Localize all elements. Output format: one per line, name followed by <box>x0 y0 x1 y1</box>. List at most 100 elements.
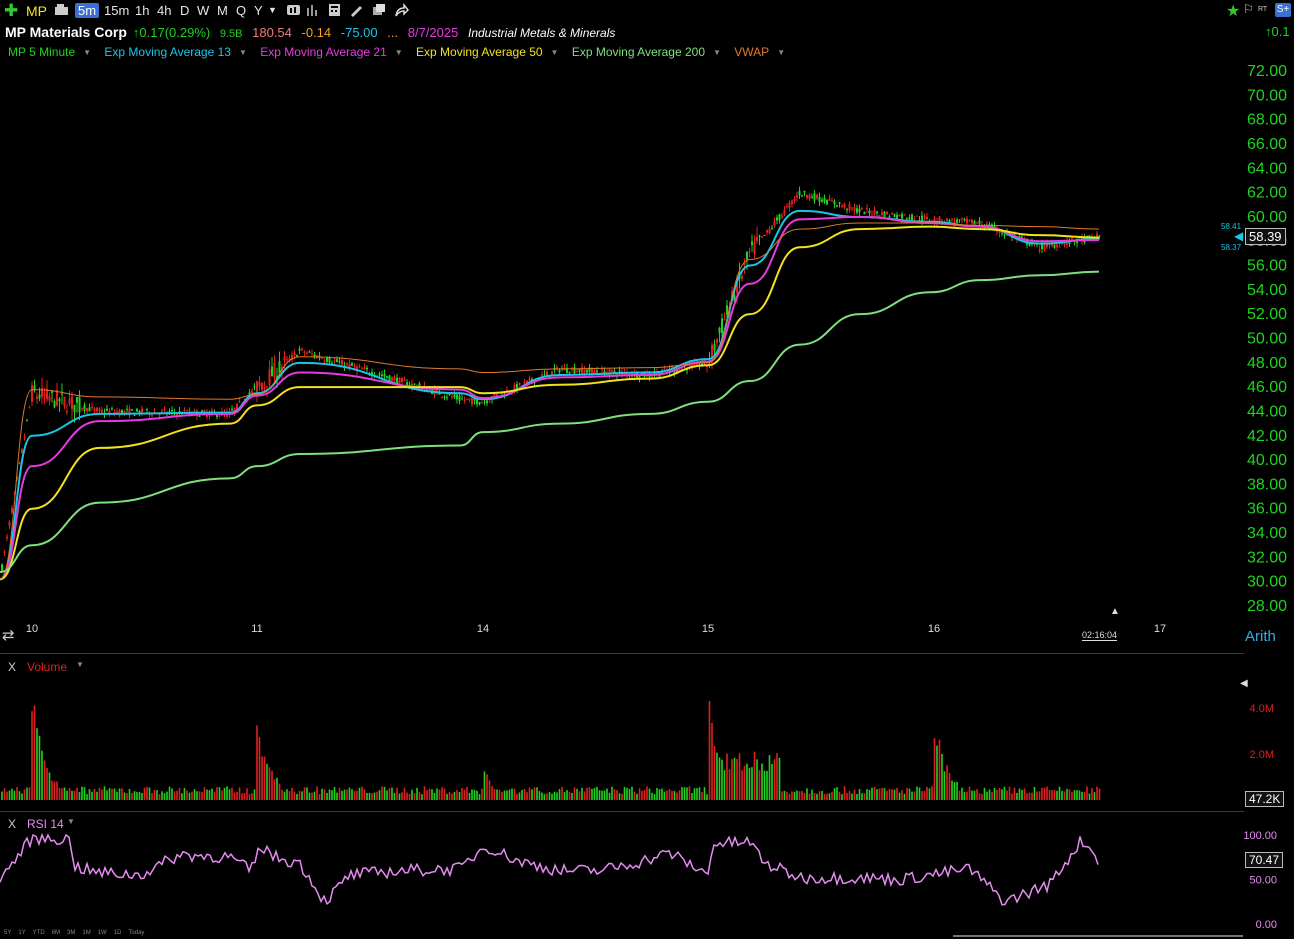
volume-bar <box>1061 790 1063 800</box>
volume-bar <box>1036 791 1038 800</box>
volume-bar <box>76 787 78 800</box>
volume-bar <box>518 792 521 800</box>
volume-bar <box>403 787 406 800</box>
volume-bar <box>461 787 463 800</box>
volume-bar <box>28 787 31 800</box>
candle-body <box>323 360 326 362</box>
range-1m[interactable]: 1M <box>82 930 90 936</box>
candle-body <box>66 410 68 413</box>
volume-bar <box>196 791 198 800</box>
candle-body <box>238 401 241 403</box>
candle-body <box>883 211 886 218</box>
rsi-close-button[interactable]: X <box>8 817 16 831</box>
volume-bar <box>456 789 458 800</box>
scroll-latest-icon[interactable]: ▲ <box>1110 606 1120 617</box>
range-1d[interactable]: 1D <box>114 930 122 936</box>
candle-body <box>951 218 953 220</box>
volume-bar <box>491 786 493 800</box>
series-line-vwap <box>0 222 1100 580</box>
range-1y[interactable]: 1Y <box>18 930 25 936</box>
price-tick-label: 36.00 <box>1247 501 1287 518</box>
volume-bar <box>18 791 21 800</box>
horizontal-scrollbar[interactable] <box>953 935 1243 937</box>
candle-body <box>36 396 38 399</box>
candle-body <box>761 236 763 238</box>
candle-body <box>821 199 823 202</box>
range-3m[interactable]: 3M <box>67 930 75 936</box>
scale-mode-button[interactable]: Arith <box>1245 628 1276 645</box>
volume-bar <box>1076 790 1078 800</box>
candle-body <box>63 396 66 407</box>
volume-bar <box>78 792 81 800</box>
rsi-caret-icon[interactable]: ▼ <box>67 817 75 826</box>
price-tick-label: 42.00 <box>1247 428 1287 445</box>
volume-bar <box>831 791 833 800</box>
range-6m[interactable]: 6M <box>52 930 60 936</box>
candle-body <box>461 398 463 400</box>
volume-bar <box>206 789 208 800</box>
candle-body <box>383 373 386 377</box>
volume-bar <box>958 790 961 800</box>
candle-body <box>11 508 13 513</box>
volume-bar <box>88 789 91 800</box>
range-1w[interactable]: 1W <box>98 930 107 936</box>
candle-body <box>938 216 941 222</box>
rsi-last-tag: 70.47 <box>1245 852 1284 868</box>
candle-body <box>341 360 343 365</box>
candle-body <box>828 198 831 201</box>
volume-bar <box>1056 790 1058 800</box>
volume-bar <box>616 790 618 800</box>
volume-bar <box>521 789 523 800</box>
volume-bar <box>246 788 248 800</box>
range-today[interactable]: Today <box>128 930 144 936</box>
candle-body <box>451 396 453 398</box>
volume-bar <box>968 786 971 800</box>
volume-bar <box>741 770 743 800</box>
candle-body <box>1 564 3 572</box>
volume-close-button[interactable]: X <box>8 660 16 674</box>
volume-bar <box>568 791 571 800</box>
link-icon[interactable]: ⇄ <box>2 626 15 644</box>
candle-body <box>218 415 221 417</box>
volume-bar <box>481 788 483 800</box>
candle-body <box>861 208 863 210</box>
volume-bar <box>323 789 326 800</box>
candle-body <box>88 407 91 412</box>
candle-body <box>493 394 496 397</box>
candle-body <box>471 397 473 405</box>
volume-bar <box>283 791 286 800</box>
candle-body <box>41 387 43 397</box>
price-chart[interactable]: 72.0070.0068.0066.0064.0062.0060.0058.00… <box>0 0 1294 939</box>
panel-separator[interactable] <box>0 653 1244 654</box>
volume-caret-icon[interactable]: ▼ <box>76 660 84 669</box>
candle-body <box>893 213 896 217</box>
volume-bar <box>13 790 16 800</box>
candle-body <box>896 214 898 219</box>
volume-bar <box>886 790 888 800</box>
volume-bar <box>1023 788 1026 800</box>
volume-bar <box>333 786 336 800</box>
rsi-label[interactable]: RSI 14 <box>27 817 64 831</box>
volume-bar <box>358 787 361 800</box>
volume-bar <box>1008 786 1011 800</box>
volume-bar <box>988 789 991 800</box>
candle-body <box>308 351 311 353</box>
volume-bar <box>151 792 153 800</box>
candle-body <box>161 410 163 412</box>
volume-bar <box>11 788 13 800</box>
candle-body <box>116 411 118 413</box>
panel-separator[interactable] <box>0 811 1244 812</box>
range-ytd[interactable]: YTD <box>33 930 45 936</box>
volume-bar <box>913 791 916 800</box>
volume-label[interactable]: Volume <box>27 660 67 674</box>
volume-bar <box>938 739 941 800</box>
volume-bar <box>433 792 436 800</box>
candle-body <box>251 390 253 393</box>
range-5y[interactable]: 5Y <box>4 930 11 936</box>
volume-bar <box>628 788 631 800</box>
volume-bar <box>516 794 518 800</box>
volume-bar <box>993 787 996 800</box>
candle-body <box>718 327 721 333</box>
candle-body <box>296 355 298 357</box>
candle-body <box>611 369 613 372</box>
